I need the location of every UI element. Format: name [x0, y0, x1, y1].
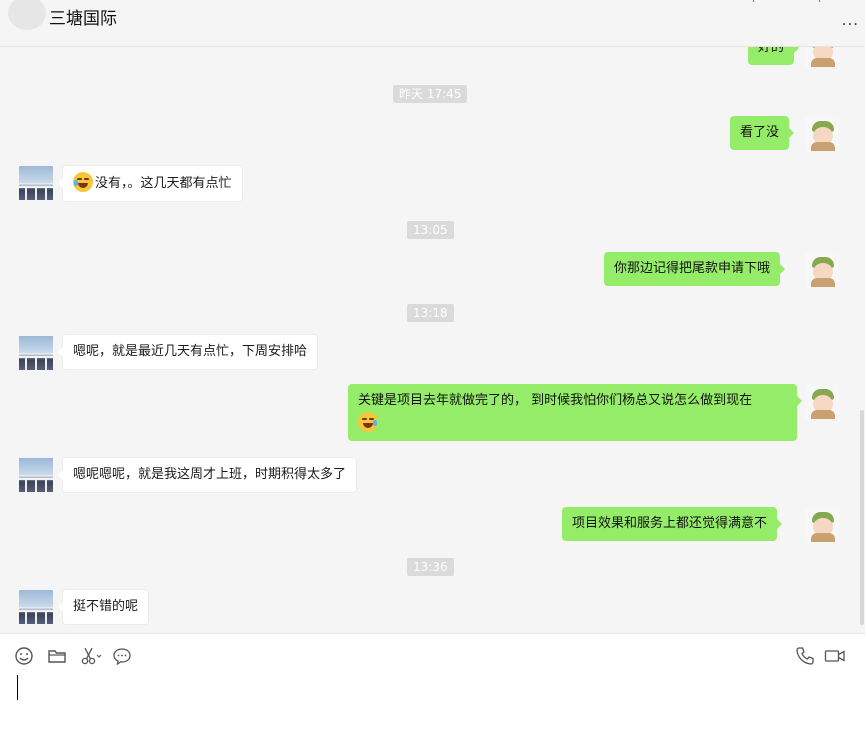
avatar[interactable] [805, 253, 839, 287]
chat-title: 三塘国际 [49, 9, 117, 29]
message-text: 嗯呢，就是最近几天有点忙，下周安排哈 [73, 344, 308, 359]
avatar[interactable] [805, 385, 839, 419]
message-text: 项目效果和服务上都还觉得满意不 [572, 516, 768, 531]
rolling-laughing-emoji [358, 412, 378, 432]
message-bubble[interactable]: 项目效果和服务上都还觉得满意不 [562, 507, 783, 541]
more-options-button[interactable]: ... [842, 10, 859, 30]
avatar[interactable] [805, 47, 839, 67]
message-text: 好的 [758, 47, 785, 55]
timestamp: 昨天 17:45 [393, 85, 468, 103]
message-bubble[interactable]: 看了没 [730, 116, 795, 150]
message-bubble[interactable]: 关键是项目去年就做完了的， 到时候我怕你们杨总又说怎么做到现在 [348, 384, 802, 441]
message-text: 你那边记得把尾款申请下哦 [614, 261, 771, 276]
message-bubble[interactable]: 嗯呢，就是最近几天有点忙，下周安排哈 [57, 334, 319, 370]
scrollbar[interactable] [860, 410, 864, 625]
message-bubble[interactable]: 嗯呢嗯呢，就是我这周才上班，时期积得太多了 [57, 457, 358, 493]
window-control[interactable] [819, 0, 820, 2]
message-text: 嗯呢嗯呢，就是我这周才上班，时期积得太多了 [73, 467, 347, 482]
timestamp: 13:05 [407, 221, 454, 239]
folder-icon[interactable] [47, 646, 67, 666]
avatar[interactable] [805, 117, 839, 151]
phone-icon[interactable] [795, 646, 815, 666]
message-list[interactable]: 好的 昨天 17:45 看了没 没有，。这几天都有点忙 13:05 你那边记得把… [0, 47, 865, 633]
chat-header: 三塘国际 ... [0, 0, 865, 47]
message-input-area[interactable] [0, 633, 865, 743]
message-text: 挺不错的呢 [73, 599, 139, 614]
message-text: 没有，。这几天都有点忙 [95, 176, 232, 191]
video-call-icon[interactable] [824, 646, 846, 666]
message-bubble[interactable]: 你那边记得把尾款申请下哦 [604, 252, 786, 286]
text-cursor [17, 675, 18, 700]
window-control[interactable] [753, 0, 754, 2]
message-text: 看了没 [740, 125, 780, 140]
message-bubble[interactable]: 没有，。这几天都有点忙 [58, 165, 243, 202]
grinning-sweat-emoji [73, 172, 93, 192]
avatar[interactable] [19, 458, 53, 492]
avatar[interactable] [805, 508, 839, 542]
scissors-icon[interactable] [80, 646, 102, 666]
contact-avatar[interactable] [8, 0, 46, 30]
avatar[interactable] [19, 166, 53, 200]
message-bubble[interactable]: 挺不错的呢 [57, 589, 150, 625]
avatar[interactable] [19, 590, 53, 624]
timestamp: 13:36 [407, 558, 454, 576]
avatar[interactable] [19, 336, 53, 370]
emoji-icon[interactable] [14, 646, 34, 666]
message-text: 关键是项目去年就做完了的， 到时候我怕你们杨总又说怎么做到现在 [358, 393, 753, 408]
message-bubble[interactable]: 好的 [748, 47, 800, 65]
chat-history-icon[interactable] [112, 646, 132, 666]
timestamp: 13:18 [407, 304, 454, 322]
